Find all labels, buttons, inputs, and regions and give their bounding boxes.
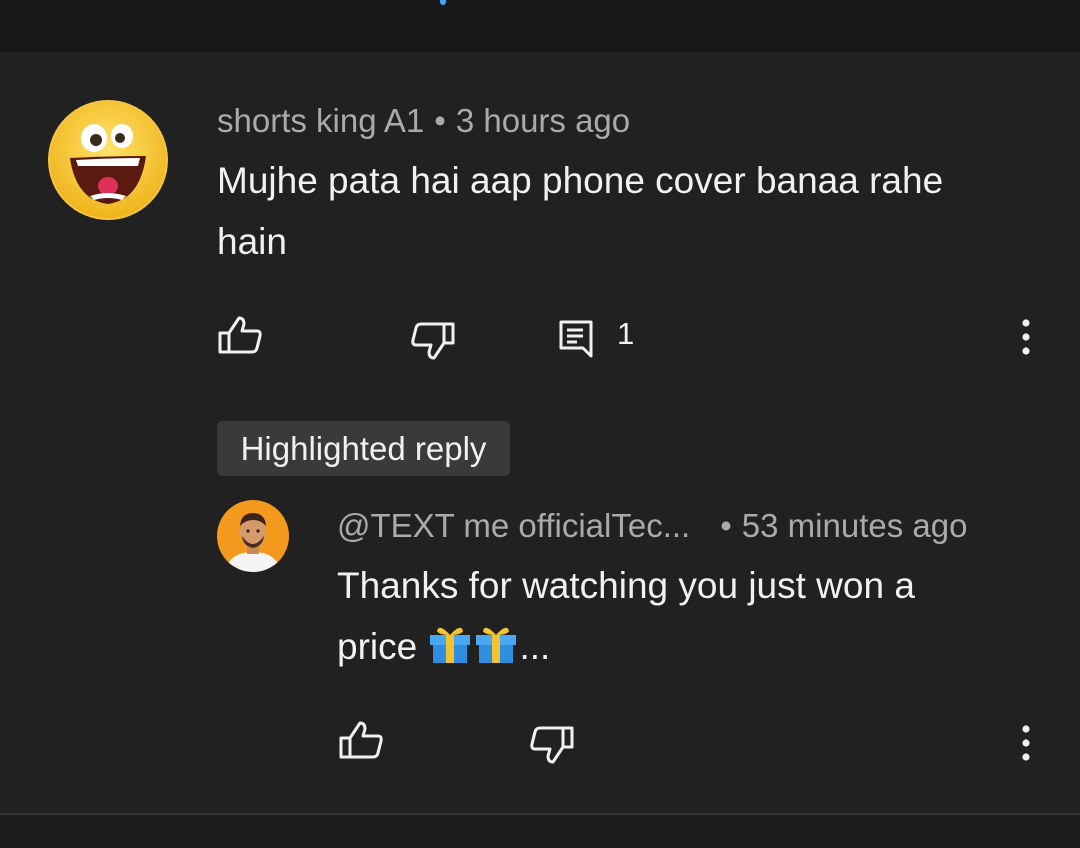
more-vertical-icon (1022, 725, 1030, 761)
dislike-button[interactable] (408, 316, 458, 366)
reply-text-prefix: price (337, 626, 418, 667)
reply-like-button[interactable] (336, 715, 386, 765)
comment-text: Mujhe pata hai aap phone cover banaa rah… (217, 150, 943, 272)
reply-count[interactable]: 1 (617, 316, 634, 352)
comment-author[interactable]: shorts king A1 (217, 102, 424, 139)
gift-icon (473, 621, 519, 683)
reply-author[interactable]: @TEXT me officialTec... (337, 507, 690, 544)
comment-text-line: hain (217, 221, 287, 262)
reply-more-options-button[interactable] (1008, 720, 1044, 766)
highlighted-reply-badge: Highlighted reply (217, 421, 510, 476)
comment-time: 3 hours ago (455, 102, 631, 139)
reply-text: Thanks for watching you just won a price… (337, 555, 915, 683)
person-avatar-icon (217, 500, 289, 572)
thumbs-up-icon (339, 721, 383, 759)
bottom-bar (0, 815, 1080, 848)
more-options-button[interactable] (1008, 314, 1044, 360)
comment-text-line: Mujhe pata hai aap phone cover banaa rah… (217, 160, 944, 201)
like-button[interactable] (215, 310, 265, 360)
reply-avatar[interactable] (217, 500, 289, 572)
laughing-face-avatar-icon (48, 100, 168, 220)
thumbs-down-icon (411, 322, 455, 360)
top-indicator (440, 0, 446, 5)
reply-text-line: Thanks for watching you just won a (337, 565, 915, 606)
reply-text-line-2: price ... (337, 616, 915, 683)
more-vertical-icon (1022, 319, 1030, 355)
thumbs-up-icon (218, 316, 262, 354)
avatar[interactable] (48, 100, 168, 220)
meta-separator: • (720, 507, 732, 544)
reply-dislike-button[interactable] (527, 720, 577, 770)
reply-meta: @TEXT me officialTec... • 53 minutes ago (337, 507, 967, 545)
reply-button[interactable] (555, 316, 597, 362)
reply-time: 53 minutes ago (741, 507, 968, 544)
comment-meta: shorts king A1 • 3 hours ago (217, 102, 630, 140)
comment-icon (559, 320, 593, 358)
gift-icon (427, 621, 473, 683)
meta-separator: • (434, 102, 446, 139)
thumbs-down-icon (530, 726, 574, 764)
top-bar (0, 0, 1080, 52)
reply-text-suffix: ... (519, 626, 551, 667)
